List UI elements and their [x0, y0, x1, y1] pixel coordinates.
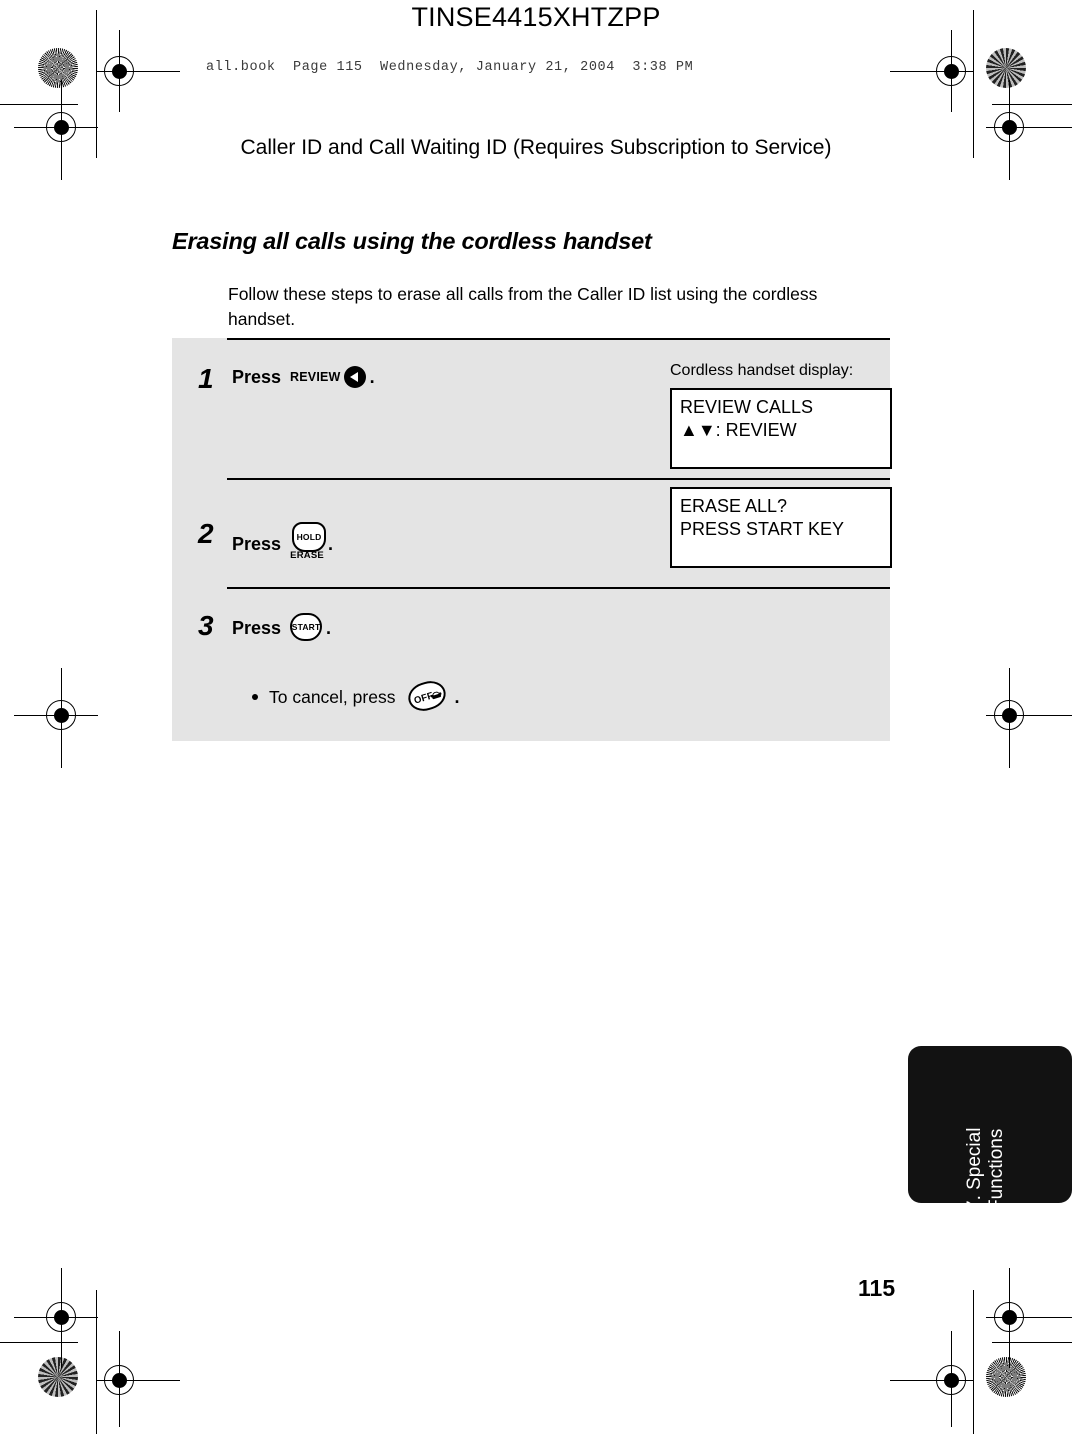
trim-line-horizontal-bottom-right — [992, 1342, 1072, 1343]
start-key-cap: START — [290, 613, 323, 641]
bullet-dot-icon — [252, 694, 258, 700]
running-head: Caller ID and Call Waiting ID (Requires … — [240, 136, 832, 159]
registration-mark-left-middle — [14, 668, 98, 768]
step-2-instruction: Press HOLD ERASE . — [232, 522, 333, 566]
step-3-note-period: . — [454, 686, 460, 707]
registration-mark-top-right — [890, 30, 974, 112]
registration-rosette-bottom-left — [38, 1357, 78, 1397]
hold-erase-key[interactable]: HOLD ERASE — [290, 522, 327, 566]
start-key-label: START — [291, 622, 321, 632]
step-3-cancel-note: To cancel, press OFF . — [252, 677, 460, 715]
instruction-panel: 1 Press REVIEW . Cordless handset displa… — [172, 338, 892, 741]
step-divider-3 — [227, 587, 890, 589]
step-2-period: . — [328, 533, 334, 554]
file-print-stamp: all.book Page 115 Wednesday, January 21,… — [206, 60, 694, 75]
handset-display-2: ERASE ALL? PRESS START KEY — [670, 487, 892, 568]
review-key-label: REVIEW — [290, 370, 341, 384]
hold-erase-key-cap: HOLD — [292, 522, 327, 552]
registration-rosette-top-left — [38, 48, 78, 88]
trim-line-horizontal-bottom-left — [0, 1342, 78, 1343]
registration-mark-left-lower — [14, 1268, 98, 1368]
registration-mark-bottom-right — [890, 1331, 974, 1427]
handset-display-2-line-1: ERASE ALL? — [680, 496, 788, 516]
step-1-period: . — [369, 366, 375, 387]
hold-erase-key-under-label: ERASE — [290, 550, 324, 561]
left-triangle-circle-icon — [343, 366, 366, 388]
document-code: TINSE4415XHTZPP — [411, 2, 661, 32]
start-key[interactable]: START — [290, 613, 323, 643]
step-3-cancel-text: To cancel, press — [269, 686, 396, 707]
step-3-period: . — [326, 617, 332, 638]
document-page: TINSE4415XHTZPP all.book Page 115 Wednes… — [0, 0, 1072, 1434]
hold-erase-key-cap-label: HOLD — [296, 532, 322, 542]
handset-display-1-line-2: ▲▼: REVIEW — [680, 420, 797, 440]
step-1-number: 1 — [198, 363, 214, 394]
chapter-tab: 7. Special Functions — [908, 1046, 1072, 1211]
section-intro: Follow these steps to erase all calls fr… — [228, 284, 818, 329]
display-caption: Cordless handset display: — [670, 362, 854, 379]
page-number: 115 — [858, 1275, 896, 1301]
step-1-verb: Press — [232, 366, 282, 387]
section-title: Erasing all calls using the cordless han… — [172, 228, 652, 254]
registration-rosette-top-right — [986, 48, 1026, 88]
registration-mark-right-middle — [986, 668, 1072, 768]
step-3-verb: Press — [232, 617, 282, 638]
off-key[interactable]: OFF — [405, 677, 450, 715]
step-2-number: 2 — [198, 518, 214, 549]
registration-mark-bottom-left — [96, 1331, 180, 1427]
step-3-instruction: Press START . — [232, 613, 331, 643]
handset-display-1: REVIEW CALLS ▲▼: REVIEW — [670, 388, 892, 469]
chapter-tab-label: 7. Special Functions — [964, 1127, 1007, 1211]
step-divider-2 — [227, 478, 890, 480]
review-key[interactable]: REVIEW — [290, 366, 366, 388]
step-divider-1 — [227, 338, 890, 340]
handset-display-1-line-1: REVIEW CALLS — [680, 397, 814, 417]
step-2-verb: Press — [232, 533, 282, 554]
registration-mark-right-lower — [986, 1268, 1072, 1368]
registration-rosette-bottom-right — [986, 1357, 1026, 1397]
handset-display-2-line-2: PRESS START KEY — [680, 519, 845, 539]
step-1-instruction: Press REVIEW . — [232, 366, 375, 388]
step-3-number: 3 — [198, 610, 214, 641]
registration-mark-top-left — [96, 30, 180, 112]
